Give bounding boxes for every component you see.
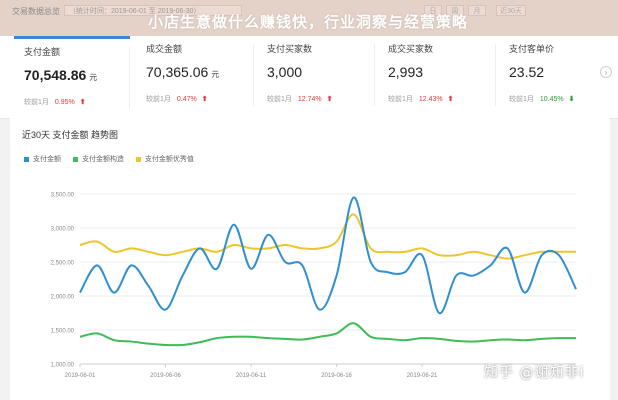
arrow-up-icon: ⬆	[201, 96, 208, 103]
series-line	[79, 322, 577, 347]
metric-value: 2,993	[388, 64, 424, 80]
metric-label: 支付买家数	[267, 44, 313, 54]
metric-label: 成交金额	[146, 44, 183, 54]
y-tick-label: 2,000.00	[51, 295, 75, 301]
x-tick-label: 2019-06-21	[407, 373, 438, 379]
y-tick-label: 1,500.00	[51, 329, 75, 335]
tab-month[interactable]: 月	[468, 5, 486, 16]
arrow-up-icon: ⬆	[447, 96, 454, 103]
series-line	[79, 213, 576, 260]
metric-card-paying-buyers[interactable]: 支付买家数 3,000 较前1月 12.74% ⬆	[257, 36, 375, 118]
arrow-down-icon: ⬇	[568, 96, 575, 103]
trend-chart-panel: 近30天 支付金额 趋势图 支付金额 支付金额构造 支付金额优秀值 1,000.…	[10, 118, 610, 400]
breadcrumb: 交易数据总览	[12, 7, 60, 16]
metric-label: 支付金额	[24, 47, 61, 57]
x-tick-label: 2019-06-01	[65, 373, 96, 379]
metric-card-avg-order-value[interactable]: 支付客单价 23.52 较前1月 10.45% ⬇	[499, 36, 597, 118]
y-tick-label: 2,500.00	[51, 261, 75, 267]
line-chart: 1,000.00 1,500.00 2,000.00 2,500.00 3,000.00…	[51, 193, 577, 379]
y-tick-label: 1,000.00	[51, 363, 75, 369]
tab-last-30-days[interactable]: 近30天	[496, 5, 526, 16]
metric-compare: 较前1月 12.43% ⬆	[388, 96, 454, 103]
watermark: 知乎 @谢知非i	[484, 365, 585, 381]
metric-compare: 较前1月 10.45% ⬇	[509, 96, 575, 103]
arrow-up-icon: ⬆	[326, 96, 333, 103]
metric-card-transaction-amount[interactable]: 成交金额 70,365.06 元 较前1月 0.47% ⬆	[136, 36, 254, 118]
x-tick-label: 2019-06-11	[236, 373, 267, 379]
y-tick-label: 3,500.00	[51, 193, 75, 199]
overlay-title: 小店生意做什么赚钱快，行业洞察与经营策略	[148, 13, 469, 31]
metric-label: 支付客单价	[509, 44, 555, 54]
metric-label: 成交买家数	[388, 44, 434, 54]
metric-compare: 较前1月 12.74% ⬆	[267, 96, 333, 103]
y-tick-label: 3,000.00	[51, 227, 75, 233]
metric-value: 3,000	[267, 64, 303, 80]
metric-value: 70,548.86 元	[24, 67, 98, 83]
metric-card-payment-amount[interactable]: 支付金额 70,548.86 元 较前1月 0.95% ⬆	[14, 36, 130, 118]
arrow-up-icon: ⬆	[79, 99, 86, 106]
x-tick-label: 2019-06-06	[150, 373, 181, 379]
metric-compare: 较前1月 0.47% ⬆	[146, 96, 208, 103]
metric-card-transaction-buyers[interactable]: 成交买家数 2,993 较前1月 12.43% ⬆	[378, 36, 496, 118]
metric-value: 23.52	[509, 64, 545, 80]
metrics-panel: 支付金额 70,548.86 元 较前1月 0.95% ⬆ 成交金额 70,365.0…	[0, 36, 618, 119]
metric-compare: 较前1月 0.95% ⬆	[24, 99, 86, 106]
x-tick-label: 2019-06-16	[321, 373, 352, 379]
metric-value: 70,365.06 元	[146, 64, 220, 80]
chevron-right-icon[interactable]: ›	[600, 66, 612, 78]
